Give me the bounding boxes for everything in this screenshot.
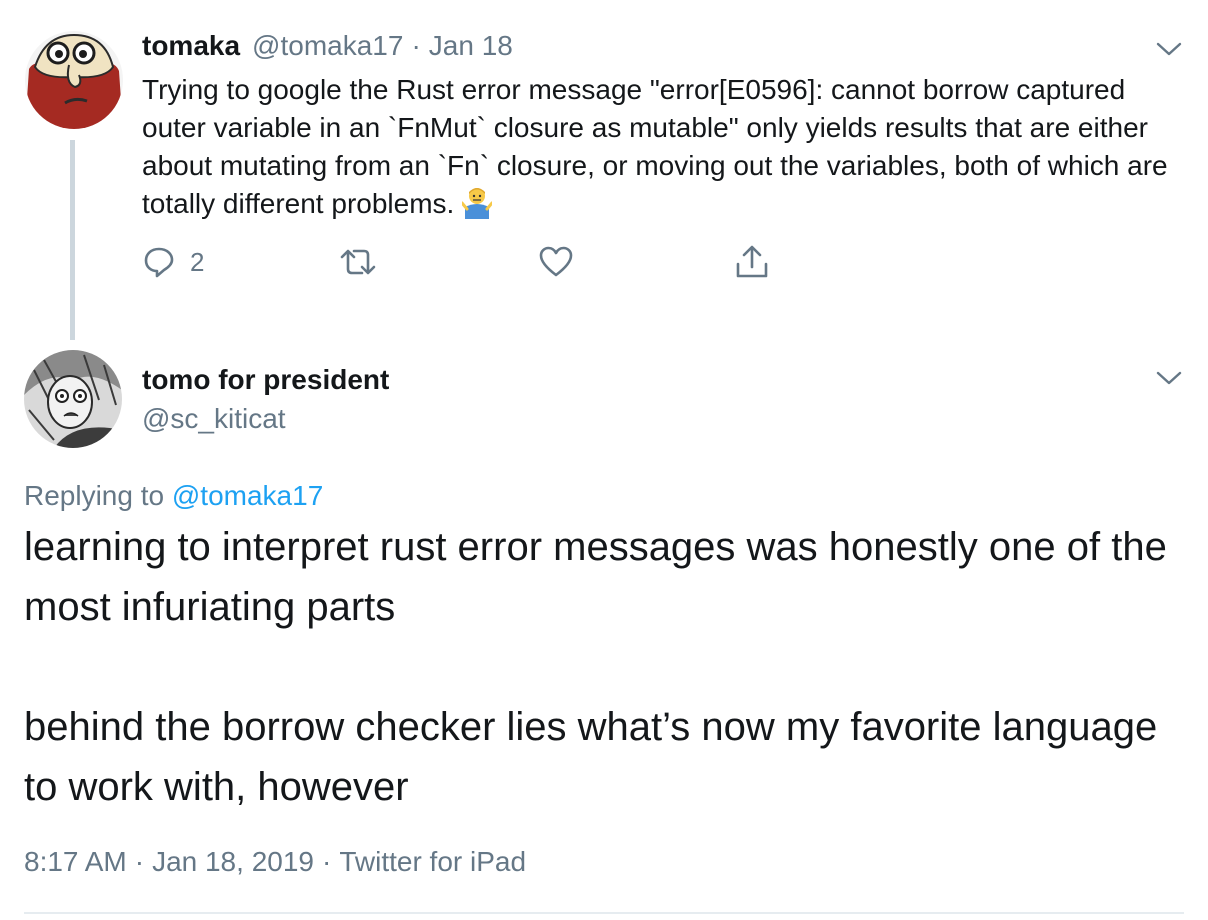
tweet1-author-handle[interactable]: @tomaka17: [252, 30, 403, 62]
tweet2-author-handle[interactable]: @sc_kiticat: [142, 403, 286, 435]
tweet1-header: tomaka @tomaka17 · Jan 18: [142, 30, 513, 66]
tweet1-text-block: Trying to google the Rust error message …: [142, 71, 1182, 229]
sc-kiticat-avatar[interactable]: [24, 350, 122, 448]
reply-icon: [144, 247, 174, 278]
chevron-down-icon[interactable]: [1156, 41, 1182, 57]
tweet1-header-separator: ·: [411, 30, 421, 61]
bottom-divider: [24, 912, 1184, 914]
share-icon: [736, 245, 768, 278]
tweet2-time[interactable]: 8:17 AM: [24, 846, 127, 877]
tweet2-text-block: learning to interpret rust error message…: [24, 517, 1189, 817]
tweet2-paragraph-1: learning to interpret rust error message…: [24, 525, 1167, 629]
person-shrugging-emoji-icon: [460, 187, 494, 229]
tweet1-date[interactable]: Jan 18: [429, 30, 513, 62]
paragraph-spacer: [24, 637, 1189, 697]
replying-to-link[interactable]: @tomaka17: [172, 480, 323, 511]
tomaka-avatar-image: [25, 31, 123, 129]
replying-to-line: Replying to @tomaka17: [24, 480, 323, 512]
tweet2-paragraph-2: behind the borrow checker lies what’s no…: [24, 705, 1158, 809]
retweet-icon: [340, 249, 376, 275]
tweet1-author-name[interactable]: tomaka: [142, 30, 240, 62]
chevron-down-icon[interactable]: [1156, 370, 1182, 386]
meta-separator: ·: [321, 846, 332, 877]
tweet2-date[interactable]: Jan 18, 2019: [152, 846, 314, 877]
tweet1-text: Trying to google the Rust error message …: [142, 74, 1168, 219]
share-button[interactable]: [734, 242, 770, 282]
reply-count: 2: [190, 246, 205, 277]
tweet2-metadata: 8:17 AM · Jan 18, 2019 · Twitter for iPad: [24, 846, 526, 878]
tweet2-source[interactable]: Twitter for iPad: [339, 846, 526, 877]
sc-kiticat-avatar-image: [24, 350, 122, 448]
meta-separator: ·: [134, 846, 145, 877]
thread-connector-line: [70, 140, 75, 340]
replying-to-label: Replying to: [24, 480, 172, 511]
tomaka-avatar[interactable]: [25, 31, 123, 129]
tweet1-action-bar: 2: [142, 242, 782, 282]
reply-button[interactable]: 2: [142, 242, 204, 282]
heart-icon: [539, 246, 573, 277]
like-button[interactable]: [538, 242, 574, 282]
retweet-button[interactable]: [338, 242, 378, 282]
tweet2-author-name[interactable]: tomo for president: [142, 364, 389, 396]
